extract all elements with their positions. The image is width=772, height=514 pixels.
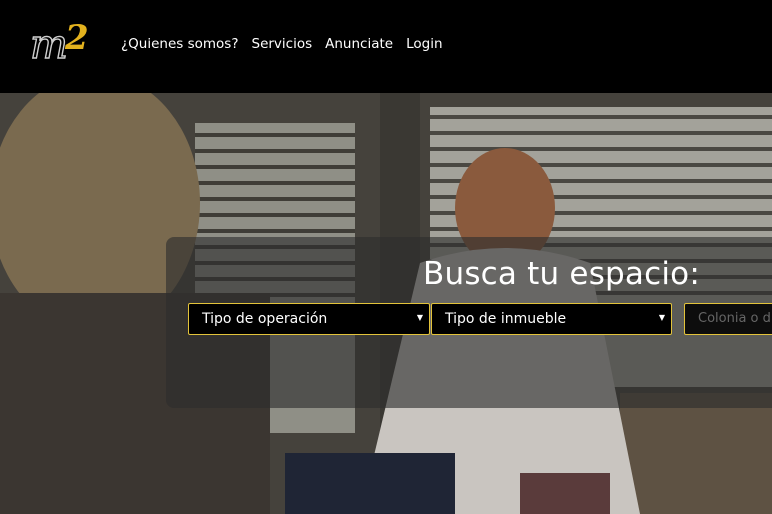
colonia-input[interactable]: Colonia o d <box>684 303 772 335</box>
search-title: Busca tu espacio: <box>423 256 700 292</box>
chevron-down-icon: ▼ <box>658 313 665 322</box>
svg-text:m: m <box>30 22 68 68</box>
operation-type-value: Tipo de operación <box>202 311 328 327</box>
colonia-placeholder: Colonia o d <box>698 311 771 326</box>
property-type-select[interactable]: Tipo de inmueble ▼ <box>431 303 672 335</box>
operation-type-select[interactable]: Tipo de operación ▼ <box>188 303 430 335</box>
nav-anunciate[interactable]: Anunciate <box>325 36 393 52</box>
nav-servicios[interactable]: Servicios <box>252 36 313 52</box>
nav-quienes-somos[interactable]: ¿Quienes somos? <box>121 36 239 52</box>
svg-text:2: 2 <box>64 18 89 58</box>
top-header: m 2 ¿Quienes somos? Servicios Anunciate … <box>0 0 772 93</box>
m2-logo[interactable]: m 2 <box>30 16 102 68</box>
main-nav: ¿Quienes somos? Servicios Anunciate Logi… <box>121 36 456 52</box>
nav-login[interactable]: Login <box>406 36 442 52</box>
property-type-value: Tipo de inmueble <box>445 311 567 327</box>
chevron-down-icon: ▼ <box>416 313 423 322</box>
